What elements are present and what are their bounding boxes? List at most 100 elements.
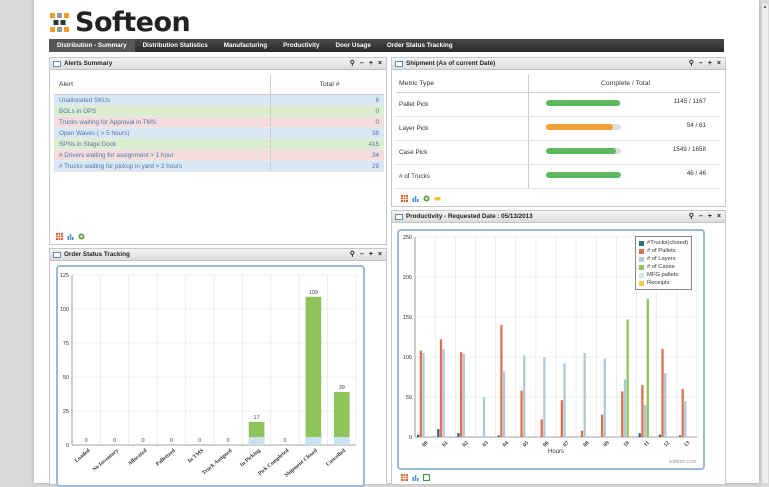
grid-view-icon[interactable] <box>401 195 408 202</box>
close-icon[interactable]: × <box>378 58 382 69</box>
minimize-icon[interactable]: – <box>360 58 364 69</box>
legend-item[interactable]: # of Layers <box>639 255 688 263</box>
bar[interactable] <box>681 389 684 437</box>
refresh-icon[interactable] <box>78 233 85 240</box>
pin-icon[interactable]: ⚲ <box>350 249 355 260</box>
bar[interactable] <box>543 357 546 437</box>
legend-item[interactable]: Receipts <box>639 279 688 287</box>
productivity-panel: Productivity - Requested Date : 05/13/20… <box>391 210 726 485</box>
order-status-panel-header: Order Status Tracking ⚲ – + × <box>50 249 386 261</box>
tab-distribution-statistics[interactable]: Distribution Statistics <box>135 39 216 52</box>
bar[interactable] <box>626 319 629 437</box>
bar[interactable] <box>678 435 682 437</box>
bar[interactable] <box>641 385 644 437</box>
metric-progress-cell: 1549 / 1658 <box>528 140 720 165</box>
bar[interactable] <box>621 391 624 437</box>
bar[interactable] <box>540 419 543 437</box>
alert-row[interactable]: Trucks waiting for Approval in TMS 0 <box>54 116 384 128</box>
chart-view-icon[interactable] <box>412 474 419 481</box>
bar[interactable] <box>603 358 606 437</box>
bar[interactable] <box>623 379 627 437</box>
panel-window-icon <box>53 60 61 67</box>
bar[interactable] <box>482 397 486 437</box>
bar[interactable] <box>422 353 425 437</box>
grid-view-icon[interactable] <box>56 233 63 240</box>
x-tick-label: In Picking <box>239 448 262 469</box>
x-tick-label: 06 <box>542 440 550 448</box>
bar[interactable] <box>638 433 641 437</box>
chart-view-icon[interactable] <box>67 233 74 240</box>
tab-door-usage[interactable]: Door Usage <box>327 39 378 52</box>
bar[interactable] <box>442 349 445 437</box>
bar[interactable] <box>417 434 420 437</box>
maximize-icon[interactable]: + <box>369 249 373 260</box>
bar[interactable] <box>600 414 604 437</box>
alert-row[interactable]: SPNs in Stage Dock 415 <box>54 138 384 150</box>
close-icon[interactable]: × <box>717 58 721 69</box>
minimize-icon[interactable]: – <box>699 58 703 69</box>
pin-icon[interactable]: ⚲ <box>689 58 694 69</box>
bar[interactable] <box>646 298 649 437</box>
vertical-scrollbar[interactable]: ▲ <box>761 4 768 483</box>
legend-item[interactable]: MFG pallets <box>639 271 688 279</box>
legend-item[interactable]: # of Pallets <box>639 247 688 255</box>
refresh-icon[interactable] <box>423 195 430 202</box>
order-status-panel: Order Status Tracking ⚲ – + × 0 25 50 75 100… <box>49 248 387 487</box>
close-icon[interactable]: × <box>717 211 721 222</box>
bar[interactable] <box>523 355 526 437</box>
tab-productivity[interactable]: Productivity <box>275 39 327 52</box>
tab-manufacturing[interactable]: Manufacturing <box>216 39 275 52</box>
minimize-icon[interactable]: – <box>360 249 364 260</box>
progress-bar <box>546 172 621 178</box>
maximize-icon[interactable]: + <box>369 58 373 69</box>
legend-swatch <box>639 248 644 254</box>
alert-row[interactable]: # Drivers waiting for assignment > 1 hou… <box>54 149 384 161</box>
alert-row[interactable]: Unallocated SKUs 8 <box>54 94 384 106</box>
bar[interactable] <box>459 352 463 437</box>
data-label: 109 <box>309 290 318 296</box>
bar[interactable] <box>684 401 687 437</box>
close-icon[interactable]: × <box>378 249 382 260</box>
bar[interactable] <box>500 325 503 437</box>
scroll-up-icon[interactable]: ▲ <box>762 4 768 10</box>
bar[interactable] <box>664 373 667 437</box>
x-tick-label: 00 <box>421 440 429 448</box>
bar[interactable] <box>439 339 443 437</box>
tab-order-status-tracking[interactable]: Order Status Tracking <box>379 39 461 52</box>
bar[interactable] <box>661 349 664 437</box>
bar[interactable] <box>497 435 500 437</box>
alert-row[interactable]: # Trucks waiting for pickup in yard > 2 … <box>54 160 384 172</box>
alert-row[interactable]: BOLs in OPS 0 <box>54 105 384 117</box>
column-header-metric: Metric Type <box>396 74 529 93</box>
tab-distribution-summary[interactable]: Distribution - Summary <box>49 39 135 52</box>
legend-item[interactable]: #Trucks(closed) <box>639 239 688 247</box>
bar[interactable] <box>305 296 322 445</box>
bar[interactable] <box>462 353 465 437</box>
bar[interactable] <box>437 429 440 437</box>
bar[interactable] <box>563 363 566 437</box>
export-icon[interactable] <box>423 474 430 481</box>
y-tick-label: 0 <box>66 443 69 449</box>
bar[interactable] <box>457 433 460 437</box>
bar[interactable] <box>643 405 647 437</box>
bar[interactable] <box>520 390 523 437</box>
maximize-icon[interactable]: + <box>708 58 712 69</box>
alert-label: Unallocated SKUs <box>54 94 271 106</box>
chart-view-icon[interactable] <box>412 195 419 202</box>
bar[interactable] <box>502 371 506 437</box>
x-tick-label: Cancelled <box>325 447 348 467</box>
alert-row[interactable]: Open Waves ( > 5 hours) 38 <box>54 127 384 139</box>
bar[interactable] <box>560 400 563 437</box>
alert-label: Trucks waiting for Approval in TMS <box>54 116 271 128</box>
grid-view-icon[interactable] <box>401 474 408 481</box>
maximize-icon[interactable]: + <box>708 211 712 222</box>
bar[interactable] <box>419 350 422 437</box>
pin-icon[interactable]: ⚲ <box>350 58 355 69</box>
pin-icon[interactable]: ⚲ <box>689 211 694 222</box>
bar[interactable] <box>658 434 662 437</box>
bar[interactable] <box>580 430 584 437</box>
minimize-icon[interactable]: – <box>699 211 703 222</box>
export-icon[interactable] <box>434 195 441 202</box>
bar[interactable] <box>583 353 586 437</box>
legend-item[interactable]: # of Cases <box>639 263 688 271</box>
